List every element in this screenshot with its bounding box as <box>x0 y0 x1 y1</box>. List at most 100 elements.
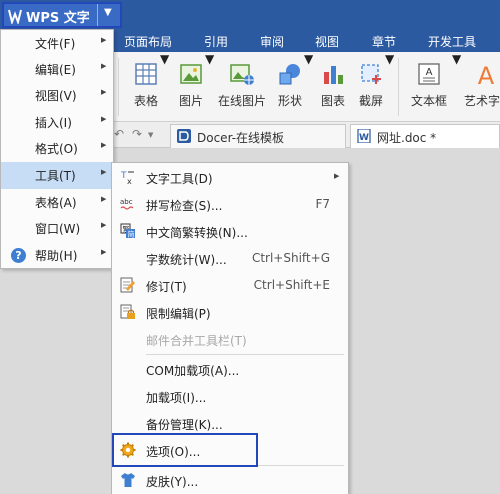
divider <box>118 58 119 116</box>
menu-item-label: 插入(I) <box>35 116 72 130</box>
online-picture-button[interactable]: 在线图片 <box>214 52 270 122</box>
chart-button[interactable]: 图表 <box>316 52 350 122</box>
caret-down-icon[interactable]: ▼ <box>385 52 394 122</box>
textbox-label: 文本框 <box>410 94 447 108</box>
chevron-right-icon: ▶ <box>101 88 107 96</box>
caret-down-icon[interactable]: ▼ <box>304 52 313 122</box>
menu-item-mail-merge-toolbar[interactable]: 邮件合并工具栏(T) <box>112 326 348 353</box>
shortcut-text: Ctrl+Shift+E <box>253 278 330 292</box>
caret-down-icon[interactable]: ▼ <box>205 52 214 122</box>
chevron-right-icon: ▶ <box>101 195 107 203</box>
menu-item-label: 视图(V) <box>35 89 77 103</box>
tab-view[interactable]: 视图 <box>315 33 339 50</box>
caret-down-icon[interactable]: ▼ <box>148 131 153 139</box>
menu-item-label: 限制编辑(P) <box>146 307 211 321</box>
svg-text:W: W <box>359 133 369 143</box>
tab-chapter[interactable]: 章节 <box>372 33 396 50</box>
options-highlight-box <box>112 433 258 467</box>
chinese-convert-icon: 繁 简 <box>120 223 135 239</box>
svg-text:简: 简 <box>128 230 135 239</box>
back-arrow-icon[interactable]: ↶ <box>114 127 124 141</box>
text-tools-icon: T x <box>120 171 134 185</box>
menu-item-file[interactable]: 文件(F) ▶ <box>1 30 113 57</box>
shapes-label: 形状 <box>277 94 302 108</box>
menu-item-com-addins[interactable]: COM加载项(A)... <box>112 356 348 383</box>
menu-item-chinese-convert[interactable]: 繁 简 中文简繁转换(N)... <box>112 218 348 245</box>
menu-item-label: 拼写检查(S)... <box>146 199 223 213</box>
chevron-right-icon: ▶ <box>101 115 107 123</box>
shortcut-text: Ctrl+Shift+G <box>251 251 330 265</box>
menu-item-label: 中文简繁转换(N)... <box>146 226 248 240</box>
svg-text:T: T <box>120 171 127 181</box>
menu-item-label: 文件(F) <box>35 37 76 51</box>
menu-item-label: 表格(A) <box>35 196 77 210</box>
wps-app-menu-button[interactable]: WPS 文字 ▼ <box>2 2 122 28</box>
chevron-right-icon: ▶ <box>101 168 107 176</box>
divider <box>398 58 399 116</box>
menu-item-label: 窗口(W) <box>35 222 81 236</box>
tab-title: Docer-在线模板 <box>197 131 285 145</box>
wps-main-menu: 文件(F) ▶ 编辑(E) ▶ 视图(V) ▶ 插入(I) ▶ 格式(O) ▶ … <box>0 29 114 269</box>
menu-item-label: COM加载项(A)... <box>146 364 240 378</box>
menu-item-word-count[interactable]: 字数统计(W)... Ctrl+Shift+G <box>112 245 348 272</box>
online-picture-icon <box>230 64 254 85</box>
app-title: WPS 文字 <box>26 11 90 26</box>
menu-item-label: 编辑(E) <box>35 63 76 77</box>
tab-page-layout[interactable]: 页面布局 <box>124 33 172 50</box>
picture-icon <box>180 64 202 84</box>
menu-item-insert[interactable]: 插入(I) ▶ <box>1 109 113 136</box>
svg-text:A: A <box>426 67 433 78</box>
menu-item-revision[interactable]: 修订(T) Ctrl+Shift+E <box>112 272 348 299</box>
menu-item-table[interactable]: 表格(A) ▶ <box>1 189 113 216</box>
tab-developer[interactable]: 开发工具 <box>428 33 476 50</box>
menu-item-label: 字数统计(W)... <box>146 253 227 267</box>
menu-item-addins[interactable]: 加载项(I)... <box>112 383 348 410</box>
divider <box>97 4 98 26</box>
forward-arrow-icon[interactable]: ↷ <box>132 127 142 141</box>
title-bar: WPS 文字 ▼ <box>0 0 500 30</box>
menu-item-window[interactable]: 窗口(W) ▶ <box>1 215 113 242</box>
wordart-label: 艺术字 <box>464 94 500 108</box>
textbox-button[interactable]: A 文本框 <box>406 52 452 122</box>
chevron-right-icon: ▶ <box>101 36 107 44</box>
menu-item-label: 皮肤(Y)... <box>146 475 199 489</box>
shortcut-text: F7 <box>315 197 330 211</box>
chevron-right-icon: ▶ <box>101 248 107 256</box>
menu-item-skin[interactable]: 皮肤(Y)... <box>112 467 348 494</box>
tab-docer-templates[interactable]: Docer-在线模板 <box>170 124 346 148</box>
menu-item-label: 邮件合并工具栏(T) <box>146 334 247 348</box>
tab-document[interactable]: W 网址.doc * <box>350 124 500 148</box>
wordart-icon: A <box>478 62 495 88</box>
menu-item-label: 备份管理(K)... <box>146 418 223 432</box>
chevron-right-icon: ▶ <box>101 62 107 70</box>
menu-item-view[interactable]: 视图(V) ▶ <box>1 82 113 109</box>
wordart-button[interactable]: A 艺术字 <box>462 52 500 122</box>
tab-references[interactable]: 引用 <box>204 33 228 50</box>
svg-text:x: x <box>127 177 132 185</box>
tab-title: 网址.doc * <box>377 131 437 145</box>
help-icon: ? <box>11 248 26 263</box>
doc-icon: W <box>357 129 371 143</box>
menu-item-label: 加载项(I)... <box>146 391 207 405</box>
lock-icon <box>120 304 135 319</box>
menu-item-label: 帮助(H) <box>35 249 78 263</box>
tab-review[interactable]: 审阅 <box>260 33 284 50</box>
shapes-button[interactable]: 形状 <box>272 52 308 122</box>
caret-down-icon[interactable]: ▼ <box>160 52 169 122</box>
menu-item-edit[interactable]: 编辑(E) ▶ <box>1 56 113 83</box>
menu-item-spell-check[interactable]: abc 拼写检查(S)... F7 <box>112 191 348 218</box>
chevron-right-icon: ▶ <box>334 172 340 180</box>
table-icon <box>135 63 157 85</box>
chevron-down-icon[interactable]: ▼ <box>104 7 112 18</box>
caret-down-icon[interactable]: ▼ <box>452 52 461 122</box>
menu-item-format[interactable]: 格式(O) ▶ <box>1 135 113 162</box>
menu-item-label: 修订(T) <box>146 280 187 294</box>
online-picture-label: 在线图片 <box>217 94 266 108</box>
menu-item-restrict-editing[interactable]: 限制编辑(P) <box>112 299 348 326</box>
menu-item-label: 格式(O) <box>35 142 78 156</box>
revision-icon <box>120 277 135 293</box>
menu-item-help[interactable]: ? 帮助(H) ▶ <box>1 242 113 269</box>
menu-item-text-tools[interactable]: T x 文字工具(D) ▶ <box>112 164 348 191</box>
menu-item-tools[interactable]: 工具(T) ▶ <box>1 162 113 189</box>
menu-separator <box>146 354 344 355</box>
